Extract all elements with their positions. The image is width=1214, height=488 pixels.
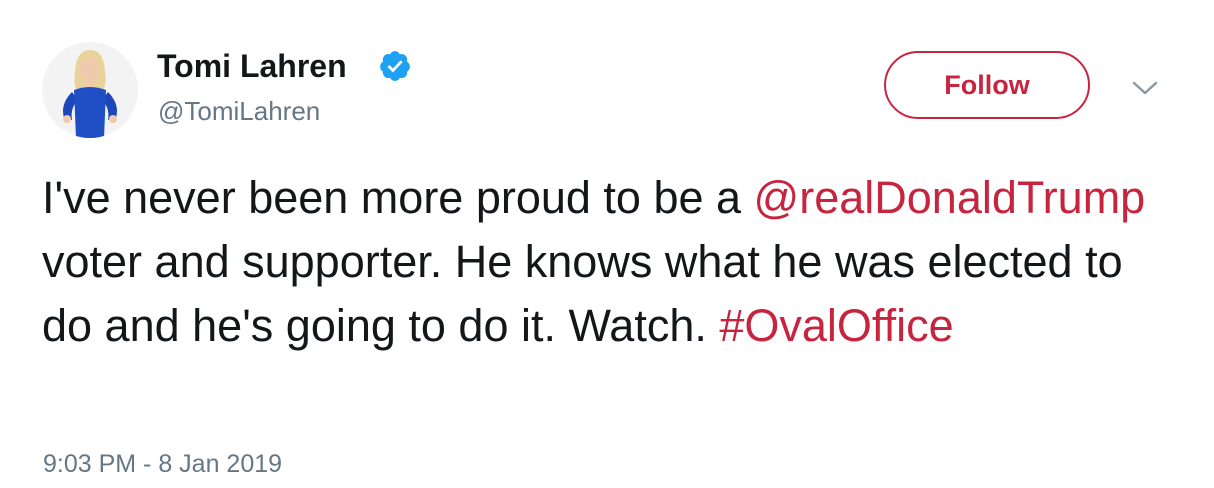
tweet-text: I've never been more proud to be a @real… [42,166,1162,358]
mention-link[interactable]: @realDonaldTrump [754,172,1146,223]
avatar[interactable] [42,42,138,138]
tweet-timestamp[interactable]: 9:03 PM - 8 Jan 2019 [43,450,282,479]
hashtag-link[interactable]: #OvalOffice [719,300,953,351]
verified-badge-icon [380,51,410,81]
tweet-text-segment: voter and supporter. He knows what he wa… [42,236,1123,351]
tweet-card: Tomi Lahren @TomiLahren Follow I've neve… [0,0,1214,488]
display-name[interactable]: Tomi Lahren [157,48,347,85]
tweet-text-segment: I've never been more proud to be a [42,172,754,223]
user-handle[interactable]: @TomiLahren [158,96,320,127]
profile-photo-icon [42,42,138,138]
follow-button[interactable]: Follow [884,51,1090,119]
chevron-down-icon[interactable] [1130,78,1160,98]
